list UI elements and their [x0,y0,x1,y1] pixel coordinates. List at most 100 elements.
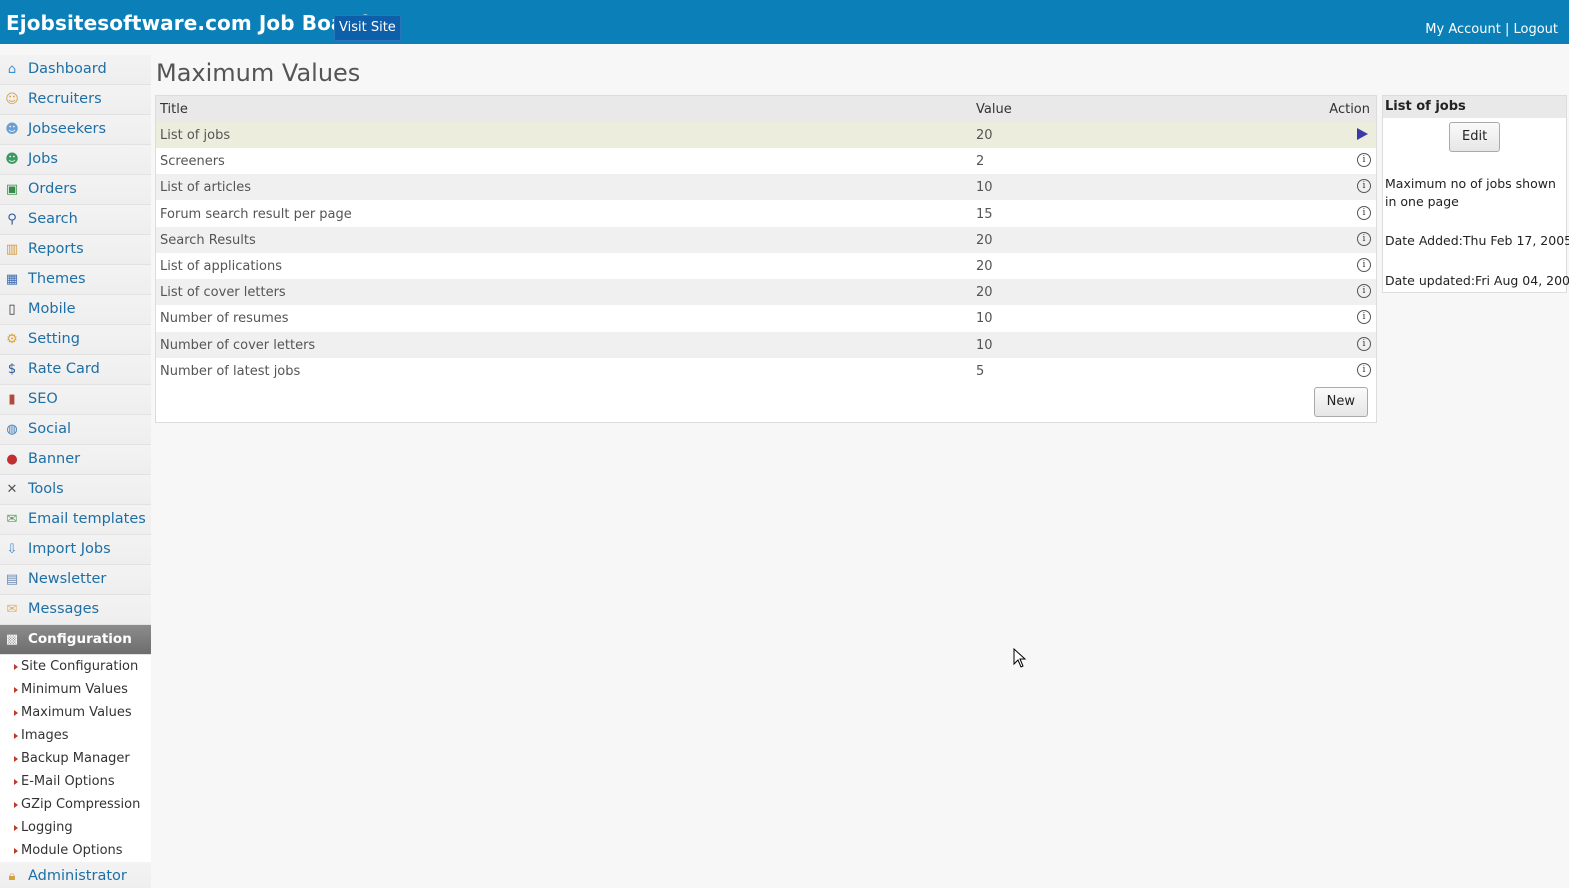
tools-icon: ✕ [6,482,18,497]
row-value: 10 [976,337,993,353]
sidebar-item-rate-card[interactable]: $ Rate Card [0,355,151,385]
detail-date-added: Date Added:Thu Feb 17, 2005 [1385,233,1569,248]
top-bar: Ejobsitesoftware.com Job Board Visit Sit… [0,0,1569,44]
sidebar-item-administrator[interactable]: 🔒︎ Administrator [0,862,151,888]
table-header: Title Value Action [156,96,1376,122]
sidebar-subitem-label: GZip Compression [21,797,141,812]
sidebar-item-jobs[interactable]: ☻ Jobs [0,145,151,175]
info-icon[interactable]: i [1357,231,1371,246]
sidebar-item-jobseekers[interactable]: ☻ Jobseekers [0,115,151,145]
new-button[interactable]: New [1313,387,1368,417]
table-row[interactable]: List of articles 10 i [156,174,1376,201]
info-icon[interactable]: i [1357,310,1371,325]
row-value: 10 [976,180,993,196]
mobile-icon: ▯ [8,302,16,317]
header-title: Title [160,102,188,117]
info-icon[interactable]: i [1357,179,1371,194]
bullet-arrow-icon [14,664,18,670]
sidebar-subitem-gzip-compression[interactable]: GZip Compression [0,793,151,816]
row-value: 15 [976,206,993,222]
table-row[interactable]: Search Results 20 i [156,226,1376,253]
row-title: List of cover letters [160,285,286,301]
sidebar-subitem-minimum-values[interactable]: Minimum Values [0,678,151,701]
sidebar-item-newsletter[interactable]: ▤ Newsletter [0,565,151,595]
cart-icon: ▣ [5,182,19,197]
row-title: Screeners [160,154,225,170]
sidebar-subitem-site-configuration[interactable]: Site Configuration [0,655,151,678]
sidebar-item-dashboard[interactable]: ⌂ Dashboard [0,55,151,85]
detail-date-updated: Date updated:Fri Aug 04, 2006 [1385,273,1569,288]
sidebar-subitem-e-mail-options[interactable]: E-Mail Options [0,770,151,793]
sidebar-item-reports[interactable]: ▥ Reports [0,235,151,265]
sidebar-item-social[interactable]: ◍ Social [0,415,151,445]
row-title: Search Results [160,232,256,248]
sidebar-subitem-module-options[interactable]: Module Options [0,839,151,862]
site-brand[interactable]: Ejobsitesoftware.com Job Board [6,11,369,35]
sidebar-item-label: Themes [28,271,86,287]
bullet-arrow-icon [14,687,18,693]
row-value: 20 [976,128,993,143]
my-account-link[interactable]: My Account [1425,22,1501,37]
table-row[interactable]: Forum search result per page 15 i [156,201,1376,227]
sidebar-item-search[interactable]: ⚲ Search [0,205,151,235]
config-icon: ▩ [5,632,19,647]
sidebar-subitem-backup-manager[interactable]: Backup Manager [0,747,151,770]
play-icon[interactable] [1357,127,1371,141]
sidebar-item-setting[interactable]: ⚙ Setting [0,325,151,355]
sidebar-subitem-logging[interactable]: Logging [0,816,151,839]
sidebar-item-label: SEO [28,391,58,407]
row-title: List of articles [160,180,252,196]
sidebar-item-label: Social [28,421,71,437]
values-table: Title Value Action New List of jobs 20 Scr… [155,95,1377,423]
sidebar-subitem-label: Module Options [21,843,123,858]
sidebar-subitem-label: E-Mail Options [21,774,115,789]
table-row[interactable]: List of applications 20 i [156,253,1376,279]
row-title: List of applications [160,259,283,274]
visit-site-button[interactable]: Visit Site [334,15,401,41]
table-row[interactable]: Number of cover letters 10 i [156,331,1376,358]
dollar-icon: $ [7,362,17,377]
sidebar-item-seo[interactable]: ▮ SEO [0,385,151,415]
bullet-arrow-icon [14,779,18,785]
sidebar-item-import-jobs[interactable]: ⇩ Import Jobs [0,535,151,565]
sidebar-item-label: Jobs [28,151,58,167]
sidebar-item-themes[interactable]: ▦ Themes [0,265,151,295]
table-row[interactable]: Number of resumes 10 i [156,305,1376,331]
bullet-arrow-icon [14,802,18,808]
info-icon[interactable]: i [1357,258,1371,272]
row-title: Forum search result per page [160,206,352,222]
bar-chart-icon: ▮ [8,392,16,407]
table-row[interactable]: Screeners 2 i [156,148,1376,174]
sidebar: ⌂ Dashboard ☺ Recruiters ☻ Jobseekers ☻ Jobs ▣ Or… [0,55,151,888]
sidebar-item-orders[interactable]: ▣ Orders [0,175,151,205]
sidebar-item-email-templates[interactable]: ✉ Email templates [0,505,151,535]
group-icon: ☻ [5,152,19,167]
sidebar-item-configuration[interactable]: ▩ Configuration [0,625,151,655]
header-action: Action [1329,102,1370,117]
sidebar-item-label: Jobseekers [28,121,107,137]
sidebar-item-recruiters[interactable]: ☺ Recruiters [0,85,151,115]
sidebar-subitem-images[interactable]: Images [0,724,151,747]
bullet-arrow-icon [14,848,18,854]
sidebar-item-banner[interactable]: ● Banner [0,445,151,475]
info-icon[interactable]: i [1357,336,1371,351]
table-row[interactable]: List of cover letters 20 i [156,279,1376,306]
sidebar-item-tools[interactable]: ✕ Tools [0,475,151,505]
sidebar-item-mobile[interactable]: ▯ Mobile [0,295,151,325]
info-icon[interactable]: i [1357,205,1371,220]
info-icon[interactable]: i [1357,284,1371,299]
lock-icon: 🔒︎ [8,869,16,884]
info-icon[interactable]: i [1357,362,1371,377]
page-title: Maximum Values [156,59,361,87]
table-row[interactable]: List of jobs 20 [156,122,1376,148]
logout-link[interactable]: Logout [1513,22,1558,37]
sidebar-subitem-maximum-values[interactable]: Maximum Values [0,701,151,724]
mouse-cursor-icon [1013,648,1027,668]
bullet-arrow-icon [14,733,18,739]
info-icon[interactable]: i [1357,153,1371,168]
sidebar-item-messages[interactable]: ✉ Messages [0,595,151,625]
table-row[interactable]: Number of latest jobs 5 i [156,358,1376,384]
sidebar-item-label: Dashboard [28,61,107,77]
header-value: Value [976,102,1012,117]
edit-button[interactable]: Edit [1449,122,1501,152]
